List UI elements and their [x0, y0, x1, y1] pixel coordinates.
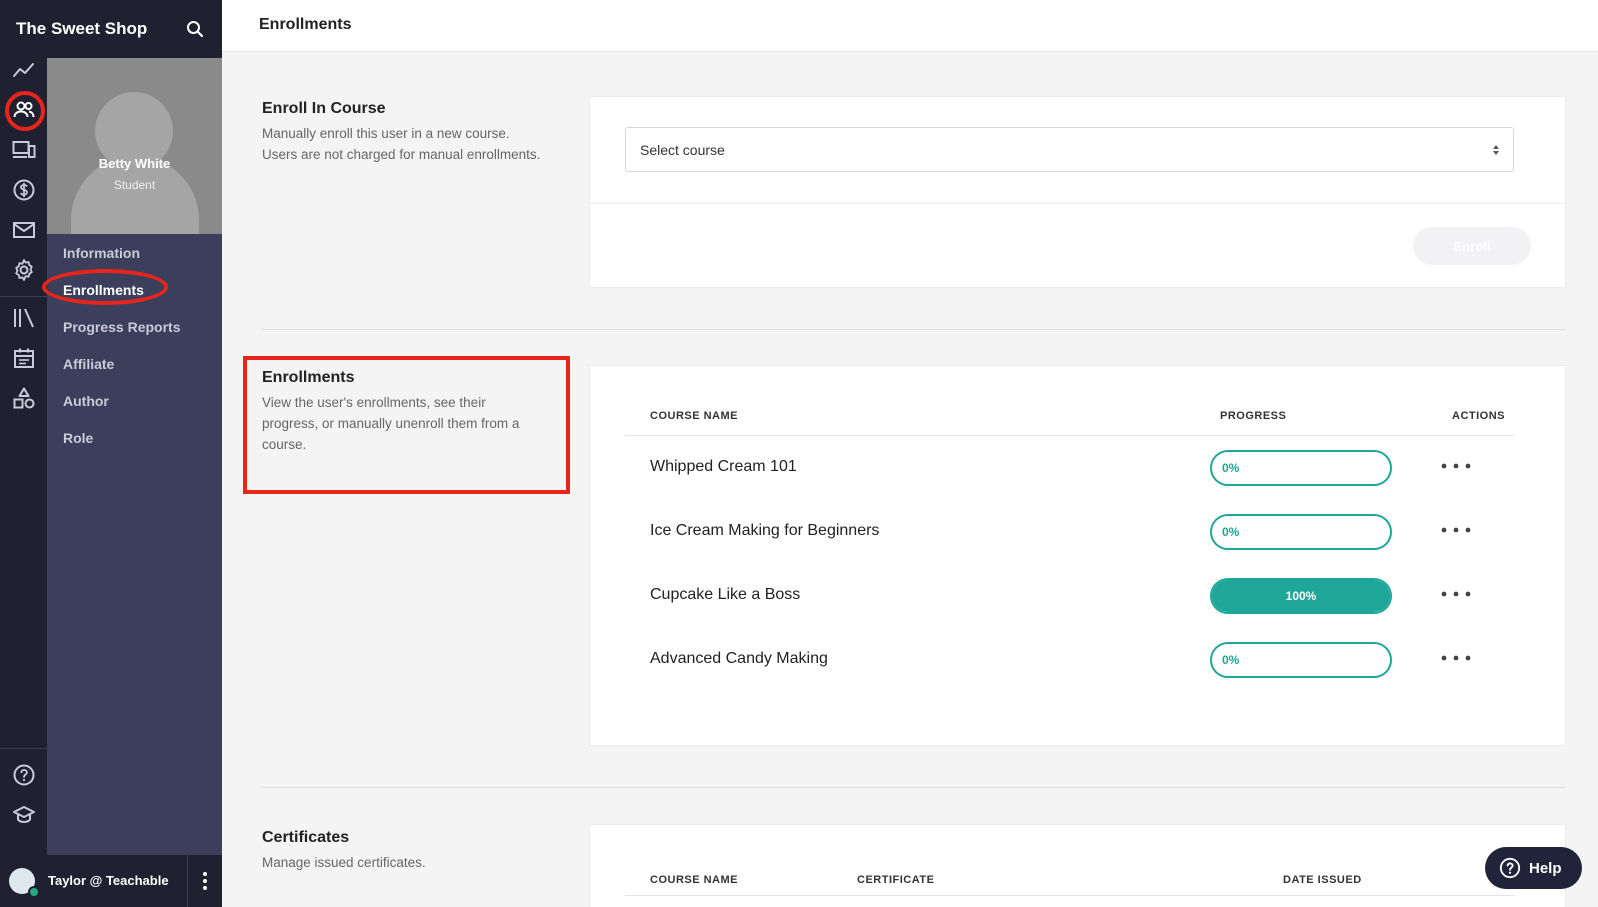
column-header-course[interactable]: COURSE NAME — [650, 410, 738, 422]
gear-icon[interactable] — [12, 258, 36, 282]
enroll-section-title: Enroll In Course — [262, 100, 386, 117]
subnav-list: Information Enrollments Progress Reports… — [42, 234, 222, 456]
rail-divider — [0, 296, 47, 297]
progress-bar[interactable]: 0% — [1210, 642, 1392, 678]
card-divider — [590, 203, 1565, 204]
profile-name: Betty White — [98, 156, 171, 171]
status-badge — [28, 886, 40, 898]
column-header-actions: ACTIONS — [1452, 410, 1505, 422]
more-horizontal-icon[interactable] — [1440, 654, 1472, 662]
column-header-date-issued[interactable]: DATE ISSUED — [1283, 874, 1362, 886]
help-circle-icon[interactable] — [12, 763, 36, 787]
certificates-section-desc: Manage issued certificates. — [262, 855, 426, 870]
course-name[interactable]: Ice Cream Making for Beginners — [650, 522, 879, 540]
subnav-item-progress-reports[interactable]: Progress Reports — [47, 308, 222, 345]
section-divider — [262, 787, 1565, 788]
profile-card: Betty White Student — [47, 58, 222, 234]
user-bar-divider — [187, 855, 188, 907]
help-circle-icon — [1499, 857, 1521, 879]
user-subnav: Betty White Student Information Enrollme… — [42, 58, 222, 855]
rail-divider-bottom — [0, 748, 47, 749]
enroll-desc-line: Users are not charged for manual enrollm… — [262, 147, 541, 162]
column-header-certificate[interactable]: CERTIFICATE — [857, 874, 934, 886]
devices-icon[interactable] — [12, 138, 36, 162]
enroll-card: Select course Enroll — [589, 96, 1566, 288]
subnav-item-role[interactable]: Role — [47, 419, 222, 456]
enroll-desc-line: Manually enroll this user in a new cours… — [262, 126, 510, 141]
section-divider — [262, 329, 1565, 330]
brand-bar: The Sweet Shop — [0, 0, 222, 58]
course-name[interactable]: Whipped Cream 101 — [650, 458, 797, 476]
analytics-icon[interactable] — [12, 58, 36, 82]
progress-bar[interactable]: 100% — [1210, 578, 1392, 614]
annotation-box-enrollments — [243, 356, 570, 494]
library-icon[interactable] — [12, 306, 36, 330]
mail-icon[interactable] — [12, 218, 36, 242]
users-icon[interactable] — [12, 98, 36, 122]
enroll-button[interactable]: Enroll — [1413, 227, 1531, 265]
page-header: Enrollments — [222, 0, 1598, 52]
table-row: Cupcake Like a Boss 100% — [590, 564, 1565, 627]
progress-bar[interactable]: 0% — [1210, 514, 1392, 550]
enroll-section-desc: Manually enroll this user in a new cours… — [262, 123, 572, 165]
graduation-cap-icon[interactable] — [12, 803, 36, 827]
progress-bar[interactable]: 0% — [1210, 450, 1392, 486]
progress-label: 0% — [1222, 653, 1240, 667]
select-arrows-icon — [1493, 145, 1499, 155]
course-name[interactable]: Cupcake Like a Boss — [650, 586, 800, 604]
course-select[interactable]: Select course — [625, 127, 1514, 172]
subnav-item-information[interactable]: Information — [47, 234, 222, 271]
shapes-icon[interactable] — [12, 386, 36, 410]
table-row: Ice Cream Making for Beginners 0% — [590, 500, 1565, 563]
certificates-section-title: Certificates — [262, 829, 350, 846]
more-horizontal-icon[interactable] — [1440, 526, 1472, 534]
table-row: Advanced Candy Making 0% — [590, 628, 1565, 691]
certificates-card: COURSE NAME CERTIFICATE DATE ISSUED — [589, 824, 1566, 907]
column-header-progress[interactable]: PROGRESS — [1220, 410, 1286, 422]
school-name[interactable]: The Sweet Shop — [16, 19, 147, 39]
progress-label: 0% — [1222, 461, 1240, 475]
enrollments-card: COURSE NAME PROGRESS ACTIONS Whipped Cre… — [589, 365, 1566, 746]
course-select-value: Select course — [640, 141, 725, 158]
dollar-icon[interactable] — [12, 178, 36, 202]
course-name[interactable]: Advanced Candy Making — [650, 650, 828, 668]
current-user-bar: Taylor @ Teachable — [0, 855, 222, 907]
progress-label: 100% — [1285, 589, 1317, 603]
calendar-icon[interactable] — [12, 346, 36, 370]
progress-label: 0% — [1222, 525, 1240, 539]
subnav-item-affiliate[interactable]: Affiliate — [47, 345, 222, 382]
help-button[interactable]: Help — [1485, 847, 1582, 889]
user-name[interactable]: Taylor @ Teachable — [48, 873, 169, 888]
search-icon[interactable] — [186, 20, 204, 38]
subnav-item-author[interactable]: Author — [47, 382, 222, 419]
table-header-line — [625, 895, 1514, 896]
table-row: Whipped Cream 101 0% — [590, 436, 1565, 499]
more-horizontal-icon[interactable] — [1440, 590, 1472, 598]
profile-role: Student — [113, 178, 156, 192]
icon-rail — [0, 58, 47, 907]
help-label: Help — [1529, 859, 1562, 877]
more-horizontal-icon[interactable] — [1440, 462, 1472, 470]
column-header-course[interactable]: COURSE NAME — [650, 874, 738, 886]
more-vertical-icon[interactable] — [197, 869, 213, 893]
page-title: Enrollments — [259, 16, 352, 33]
annotation-circle-enrollments — [42, 269, 168, 305]
